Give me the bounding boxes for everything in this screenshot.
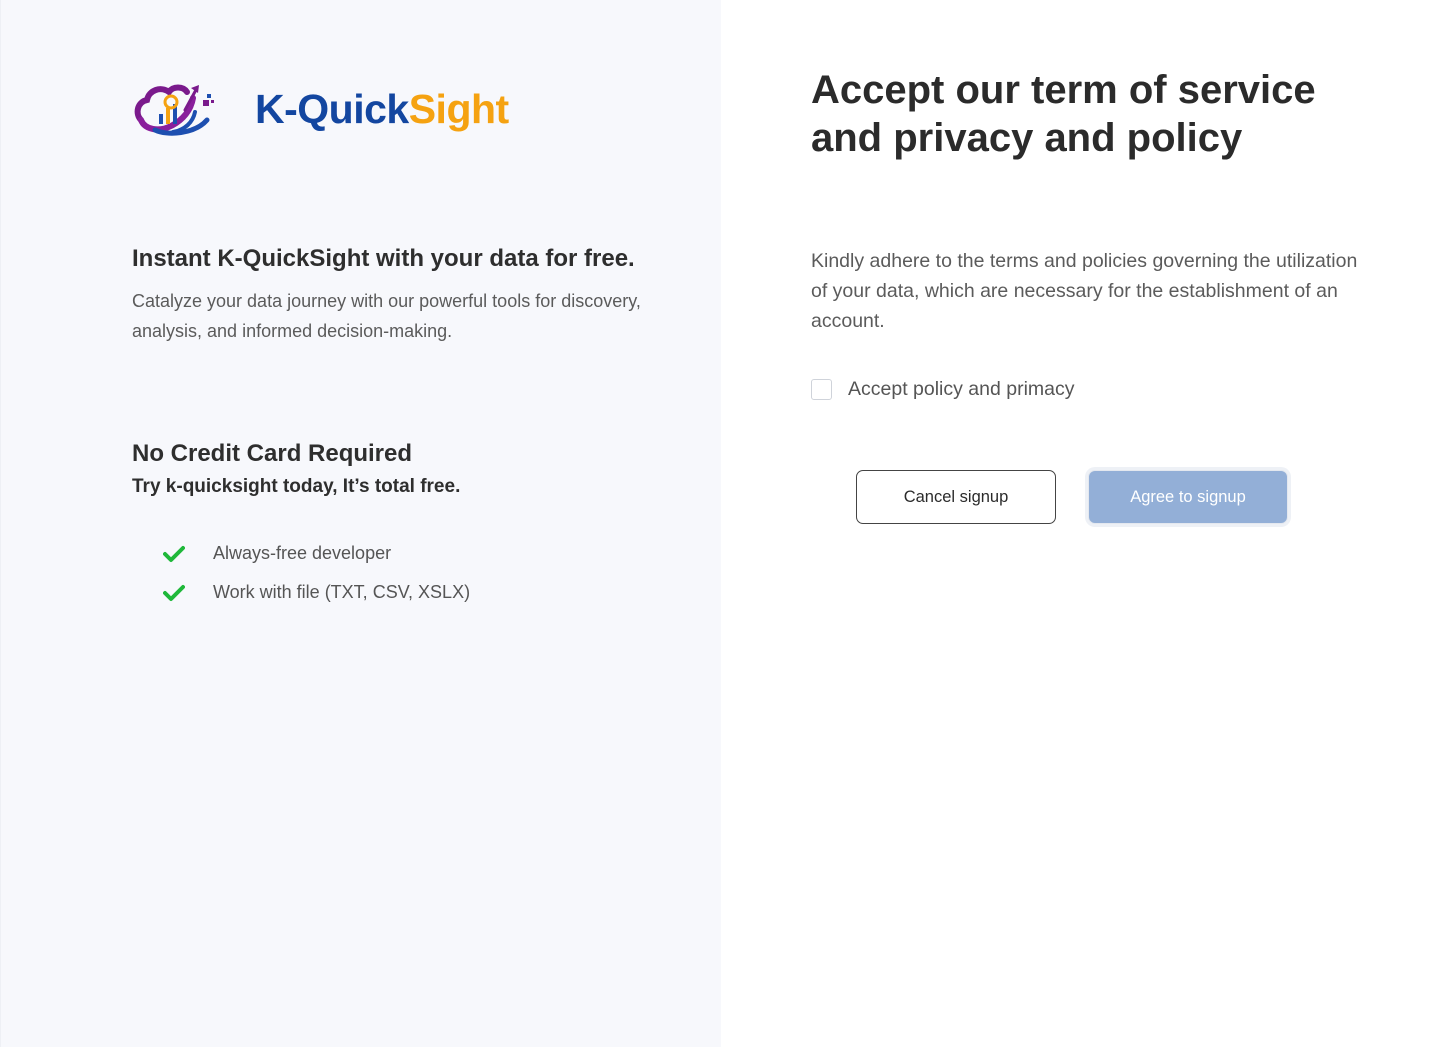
intro-title: Instant K-QuickSight with your data for …: [132, 245, 635, 272]
terms-description: Kindly adhere to the terms and policies …: [811, 250, 1358, 332]
no-credit-card-subtitle: Try k-quicksight today, It’s total free.: [132, 476, 461, 497]
agree-signup-button[interactable]: Agree to signup: [1088, 470, 1288, 524]
terms-title: Accept our term of service and privacy a…: [811, 68, 1316, 160]
signup-terms-page: K-QuickSight Instant K-QuickSight with y…: [0, 0, 1441, 1047]
brand-name-part1: K-Quick: [255, 86, 409, 132]
check-icon: [163, 545, 185, 562]
accept-policy-checkbox[interactable]: [811, 379, 832, 400]
brand-name-part2: Sight: [408, 86, 509, 132]
feature-item: Work with file (TXT, CSV, XSLX): [163, 573, 470, 612]
cancel-signup-button[interactable]: Cancel signup: [856, 470, 1056, 524]
check-icon: [163, 584, 185, 601]
accept-policy-label[interactable]: Accept policy and primacy: [848, 378, 1075, 401]
feature-list: Always-free developer Work with file (TX…: [163, 534, 470, 612]
feature-item: Always-free developer: [163, 534, 470, 573]
intro-description: Catalyze your data journey with our powe…: [132, 291, 641, 341]
no-credit-card-title: No Credit Card Required: [132, 440, 413, 467]
brand-name: K-QuickSight: [255, 80, 509, 138]
feature-label: Always-free developer: [213, 543, 392, 563]
brand-logo: K-QuickSight: [133, 80, 509, 138]
promo-panel: K-QuickSight Instant K-QuickSight with y…: [0, 0, 721, 1047]
cloud-growth-logo-icon: [134, 84, 214, 136]
feature-label: Work with file (TXT, CSV, XSLX): [213, 582, 471, 602]
accept-policy-row[interactable]: Accept policy and primacy: [811, 378, 1075, 401]
